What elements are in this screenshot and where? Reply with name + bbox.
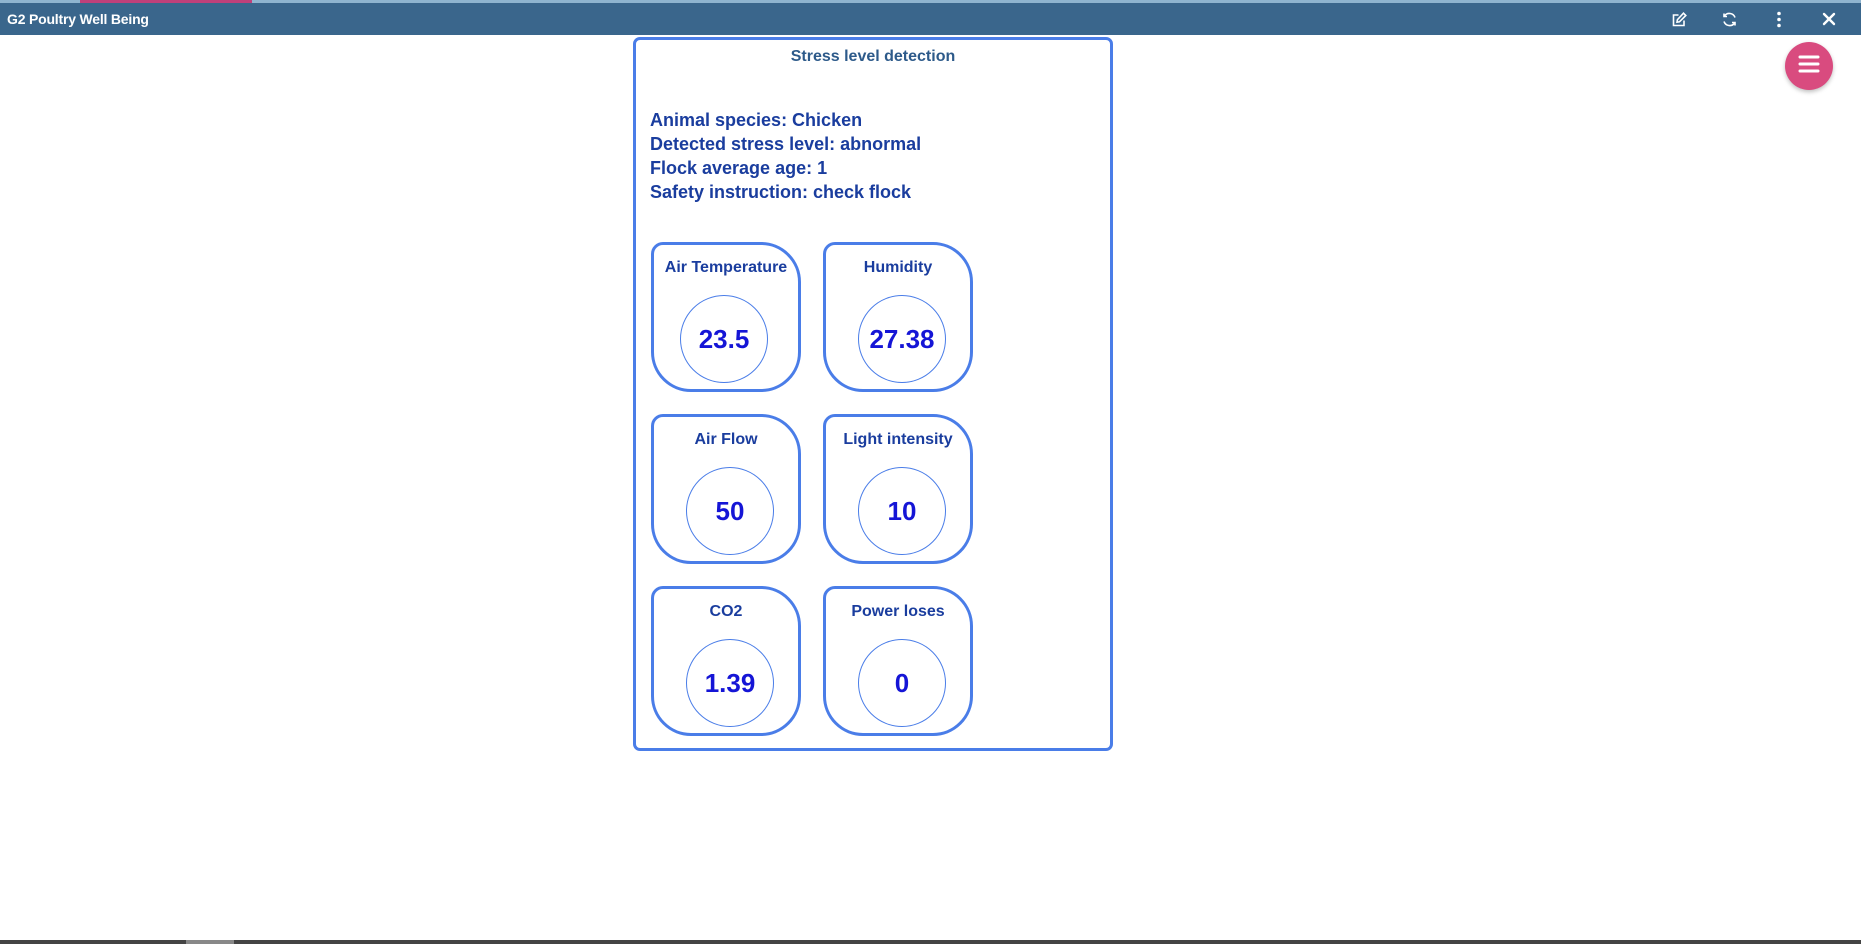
metric-card-light-intensity: Light intensity 10 — [823, 414, 973, 564]
animal-species: Animal species: Chicken — [650, 110, 863, 130]
metric-card-humidity: Humidity 27.38 — [823, 242, 973, 392]
more-vertical-icon — [1776, 11, 1782, 28]
metric-value: 1.39 — [686, 639, 774, 727]
stress-level: Detected stress level: abnormal — [650, 134, 922, 154]
safety-instruction: Safety instruction: check flock — [650, 182, 912, 202]
metric-label: Humidity — [863, 259, 933, 276]
window-titlebar: G2 Poultry Well Being — [0, 3, 1861, 35]
metric-card-power-loses: Power loses 0 — [823, 586, 973, 736]
menu-icon — [1798, 55, 1820, 78]
metric-label: Air Flow — [694, 431, 758, 448]
edit-button[interactable] — [1666, 7, 1692, 31]
bottom-edge-segment — [186, 940, 234, 944]
flock-average-age: Flock average age: 1 — [650, 158, 828, 178]
close-button[interactable] — [1816, 7, 1842, 31]
stress-detection-panel: Stress level detection Animal species: C… — [633, 37, 1113, 751]
metric-value: 27.38 — [858, 295, 946, 383]
metric-value: 23.5 — [680, 295, 768, 383]
metric-label: Air Temperature — [664, 259, 788, 276]
metric-value: 50 — [686, 467, 774, 555]
flock-info: Animal species: Chicken Detected stress … — [650, 108, 921, 204]
bottom-edge — [0, 940, 1861, 944]
metric-label: Light intensity — [843, 431, 953, 448]
panel-title: Stress level detection — [790, 48, 956, 65]
edit-icon — [1671, 11, 1688, 28]
close-icon — [1822, 12, 1836, 26]
refresh-icon — [1721, 11, 1738, 28]
more-options-button[interactable] — [1766, 7, 1792, 31]
metric-card-air-flow: Air Flow 50 — [651, 414, 801, 564]
metric-card-air-temperature: Air Temperature 23.5 — [651, 242, 801, 392]
metric-value: 0 — [858, 639, 946, 727]
metric-label: CO2 — [709, 603, 743, 620]
metric-value: 10 — [858, 467, 946, 555]
refresh-button[interactable] — [1716, 7, 1742, 31]
metric-card-co2: CO2 1.39 — [651, 586, 801, 736]
app-title: G2 Poultry Well Being — [7, 11, 149, 27]
menu-button[interactable] — [1785, 42, 1833, 90]
metric-label: Power loses — [851, 603, 945, 620]
